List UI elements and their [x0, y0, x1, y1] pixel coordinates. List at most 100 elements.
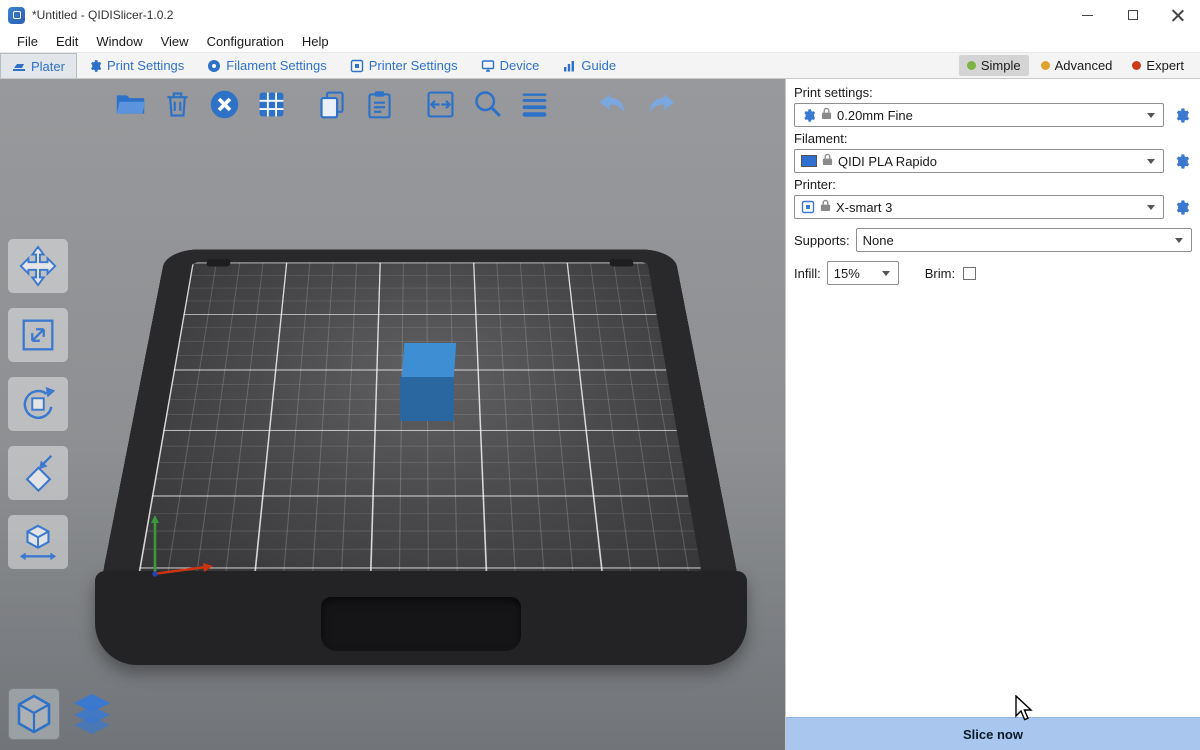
menu-help[interactable]: Help	[293, 32, 338, 51]
device-icon	[481, 59, 495, 73]
slice-now-label: Slice now	[963, 727, 1023, 742]
axes-indicator-icon	[144, 511, 224, 583]
bed-clip-left	[206, 259, 231, 267]
print-settings-row: 0.20mm Fine	[794, 103, 1192, 127]
dropdown-caret-icon	[1147, 159, 1155, 164]
delete-icon	[161, 88, 194, 121]
tab-device[interactable]: Device	[470, 53, 552, 78]
mode-advanced[interactable]: Advanced	[1033, 55, 1121, 76]
gear-icon	[801, 108, 816, 123]
delete-all-button[interactable]	[206, 86, 243, 123]
preview-layers-icon	[70, 692, 114, 736]
measure-icon	[17, 521, 59, 563]
split-icon	[424, 88, 457, 121]
model-cube-top-face[interactable]	[402, 343, 456, 378]
editor-view-button[interactable]	[8, 688, 60, 740]
redo-button[interactable]	[642, 86, 679, 123]
paste-button[interactable]	[361, 86, 398, 123]
mode-label: Simple	[981, 58, 1021, 73]
brim-checkbox[interactable]	[963, 267, 976, 280]
open-icon	[114, 88, 147, 121]
bed-handle-notch	[321, 597, 521, 651]
lock-icon	[822, 153, 833, 169]
tab-filament-settings[interactable]: Filament Settings	[196, 53, 338, 78]
tab-label: Printer Settings	[369, 58, 458, 73]
filament-value: QIDI PLA Rapido	[838, 154, 937, 169]
printer-value: X-smart 3	[836, 200, 892, 215]
scale-icon	[17, 314, 59, 356]
minimize-button[interactable]	[1065, 0, 1110, 30]
bed-front-edge	[95, 571, 747, 665]
tab-guide[interactable]: Guide	[551, 53, 628, 78]
paste-icon	[363, 88, 396, 121]
minimize-icon	[1082, 15, 1093, 16]
advanced-mode-dot-icon	[1041, 61, 1050, 70]
tab-print-settings[interactable]: Print Settings	[77, 53, 196, 78]
plater-icon	[12, 59, 26, 73]
menu-file[interactable]: File	[8, 32, 47, 51]
infill-combo[interactable]: 15%	[827, 261, 899, 285]
undo-button[interactable]	[595, 86, 632, 123]
bed-clip-right	[609, 259, 634, 267]
tab-printer-settings[interactable]: Printer Settings	[339, 53, 470, 78]
rotate-tool-button[interactable]	[8, 377, 68, 431]
app-icon	[8, 7, 25, 24]
tab-plater[interactable]: Plater	[0, 53, 77, 78]
variable-layer-height-button[interactable]	[516, 86, 553, 123]
gear-icon	[1173, 199, 1190, 216]
delete-button[interactable]	[159, 86, 196, 123]
printer-row: X-smart 3	[794, 195, 1192, 219]
tab-label: Plater	[31, 59, 65, 74]
mode-label: Advanced	[1055, 58, 1113, 73]
top-toolbar	[112, 86, 693, 123]
delete-all-icon	[208, 88, 241, 121]
infill-brim-row: Infill: 15% Brim:	[794, 261, 1192, 285]
print-settings-combo[interactable]: 0.20mm Fine	[794, 103, 1164, 127]
measure-tool-button[interactable]	[8, 515, 68, 569]
search-button[interactable]	[469, 86, 506, 123]
3d-viewport[interactable]	[0, 79, 785, 750]
simple-mode-dot-icon	[967, 61, 976, 70]
menu-view[interactable]: View	[152, 32, 198, 51]
arrange-button[interactable]	[253, 86, 290, 123]
close-button[interactable]	[1155, 0, 1200, 30]
redo-icon	[644, 88, 677, 121]
main-area: Print settings: 0.20mm Fine Filament: QI…	[0, 79, 1200, 750]
move-tool-button[interactable]	[8, 239, 68, 293]
supports-combo[interactable]: None	[856, 228, 1192, 252]
copy-icon	[316, 88, 349, 121]
menu-edit[interactable]: Edit	[47, 32, 87, 51]
place-on-face-tool-button[interactable]	[8, 446, 68, 500]
mode-expert[interactable]: Expert	[1124, 55, 1192, 76]
preview-view-button[interactable]	[66, 688, 118, 740]
gear-icon	[88, 59, 102, 73]
tab-label: Device	[500, 58, 540, 73]
menu-configuration[interactable]: Configuration	[198, 32, 293, 51]
dropdown-caret-icon	[882, 271, 890, 276]
printer-icon	[350, 59, 364, 73]
menu-window[interactable]: Window	[87, 32, 151, 51]
mode-simple[interactable]: Simple	[959, 55, 1029, 76]
open-button[interactable]	[112, 86, 149, 123]
printer-combo[interactable]: X-smart 3	[794, 195, 1164, 219]
print-settings-edit-button[interactable]	[1170, 104, 1192, 126]
filament-combo[interactable]: QIDI PLA Rapido	[794, 149, 1164, 173]
window-title: *Untitled - QIDISlicer-1.0.2	[32, 8, 173, 22]
mode-selector: Simple Advanced Expert	[959, 53, 1200, 78]
view-toggles	[8, 688, 118, 740]
undo-icon	[597, 88, 630, 121]
brim-label: Brim:	[925, 266, 955, 281]
printer-edit-button[interactable]	[1170, 196, 1192, 218]
infill-label: Infill:	[794, 266, 821, 281]
model-cube-front-face[interactable]	[400, 377, 454, 421]
copy-button[interactable]	[314, 86, 351, 123]
lock-icon	[820, 199, 831, 215]
maximize-button[interactable]	[1110, 0, 1155, 30]
rotate-icon	[17, 383, 59, 425]
split-button[interactable]	[422, 86, 459, 123]
filament-color-swatch	[801, 155, 817, 167]
slice-now-button[interactable]: Slice now	[786, 717, 1200, 750]
filament-edit-button[interactable]	[1170, 150, 1192, 172]
dropdown-caret-icon	[1175, 238, 1183, 243]
scale-tool-button[interactable]	[8, 308, 68, 362]
